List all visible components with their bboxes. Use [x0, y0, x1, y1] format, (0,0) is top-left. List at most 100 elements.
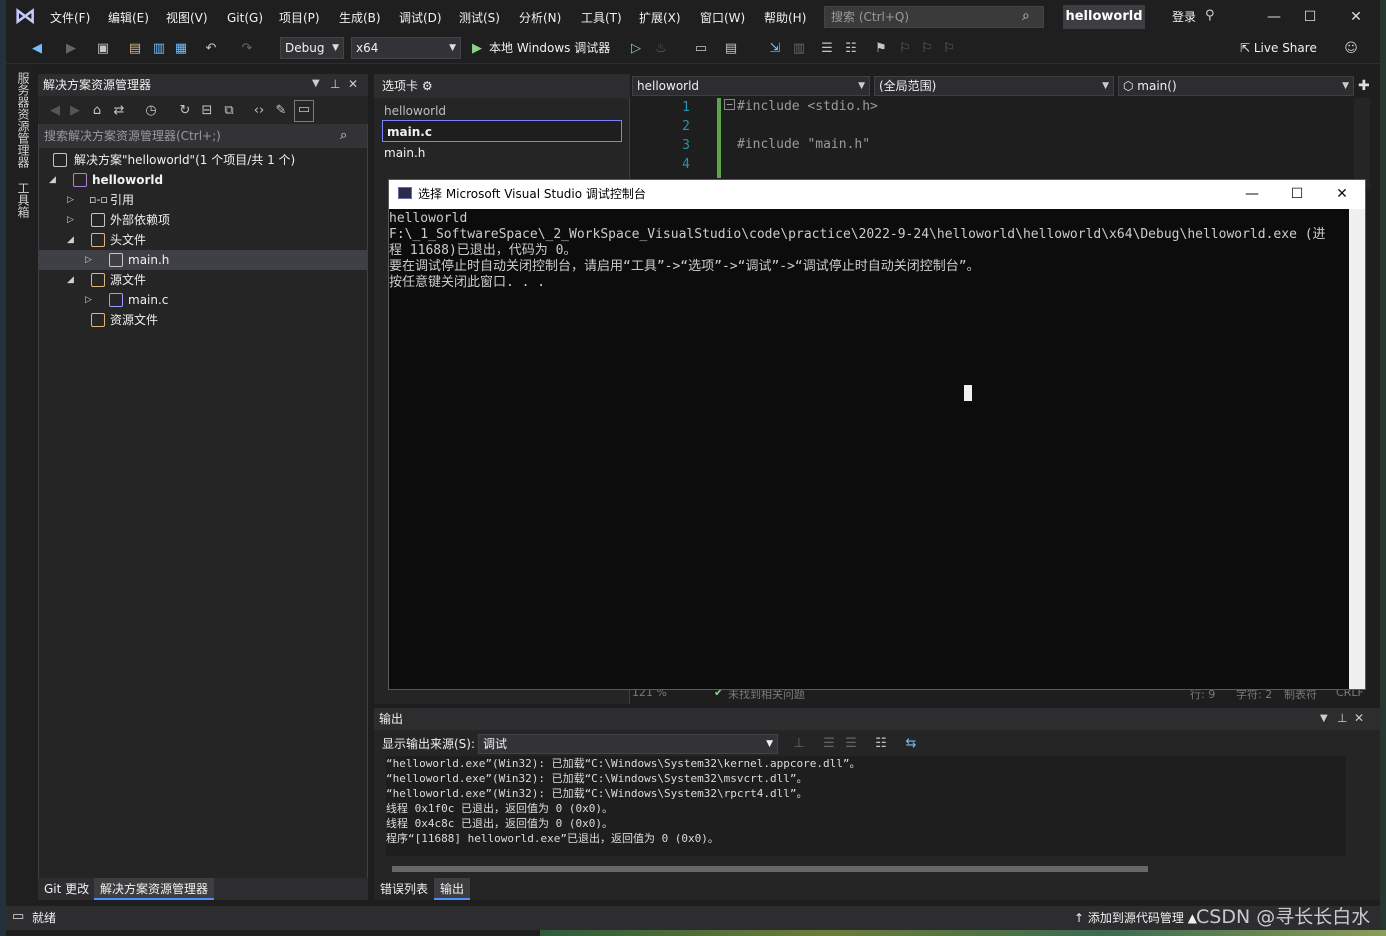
start-debugging-icon[interactable]: ▶	[468, 40, 486, 58]
tab-main-c[interactable]: main.c	[382, 120, 622, 142]
menu-help[interactable]: 帮助(H)	[762, 8, 808, 28]
menu-extensions[interactable]: 扩展(X)	[637, 8, 683, 28]
start-without-debugging-icon[interactable]: ▷	[627, 40, 645, 58]
tab-git-changes[interactable]: Git 更改	[38, 878, 95, 900]
home-icon[interactable]: ⌂	[88, 102, 106, 120]
sync-icon[interactable]: ↻	[176, 102, 194, 120]
search-input[interactable]: 搜索 (Ctrl+Q)	[824, 6, 1044, 28]
forward-icon[interactable]: ▶	[66, 102, 84, 120]
notification-icon[interactable]: ▭	[12, 909, 24, 924]
tree-external-deps[interactable]: ▷ 外部依赖项	[39, 210, 367, 230]
menu-git[interactable]: Git(G)	[225, 8, 265, 28]
code-line-include-stdio[interactable]: #include <stdio.h>	[737, 99, 878, 114]
word-wrap-icon[interactable]: ⇆	[902, 735, 920, 753]
output-text[interactable]: “helloworld.exe”(Win32): 已加载“C:\Windows\…	[386, 756, 1346, 856]
menu-view[interactable]: 视图(V)	[164, 8, 210, 28]
switch-views-icon[interactable]: ⇄	[110, 102, 128, 120]
clear-bookmarks-icon[interactable]: ⚐	[940, 40, 958, 58]
menu-edit[interactable]: 编辑(E)	[106, 8, 151, 28]
feedback-icon[interactable]: ☺	[1342, 40, 1360, 58]
clear-all-icon[interactable]: ☷	[872, 735, 890, 753]
pin-icon[interactable]: ⊥	[330, 77, 340, 91]
hot-reload-icon[interactable]: ♨	[652, 40, 670, 58]
panel-close-icon[interactable]: ✕	[348, 77, 358, 91]
save-icon[interactable]: ▥	[150, 40, 168, 58]
tab-output[interactable]: 输出	[434, 878, 471, 900]
console-output[interactable]: helloworld F:\_1_SoftwareSpace\_2_WorkSpa…	[389, 209, 1349, 689]
solution-search-input[interactable]: 搜索解决方案资源管理器(Ctrl+;)	[39, 124, 367, 148]
browse-folder-icon[interactable]: ▭	[692, 40, 710, 58]
code-icon[interactable]: ‹›	[250, 102, 268, 120]
close-button[interactable]: ✕	[1338, 4, 1374, 30]
live-share-button[interactable]: ⇱ Live Share	[1240, 39, 1317, 57]
open-file-icon[interactable]: ▤	[126, 40, 144, 58]
back-icon[interactable]: ◀	[46, 102, 64, 120]
pin-icon[interactable]: ⊥	[1337, 711, 1347, 725]
collapsed-icon[interactable]: ▷	[67, 190, 74, 210]
search-icon[interactable]: ⌕	[340, 128, 347, 143]
tree-main-c[interactable]: ▷ main.c	[39, 290, 367, 310]
pending-changes-filter-icon[interactable]: ◷	[142, 102, 160, 120]
toolbox-tab[interactable]: 工具箱	[14, 182, 30, 218]
tree-header-files[interactable]: ◢ 头文件	[39, 230, 367, 250]
configuration-select[interactable]: Debug ▼	[280, 37, 344, 59]
collapsed-icon[interactable]: ▷	[85, 290, 92, 310]
menu-tools[interactable]: 工具(T)	[579, 8, 624, 28]
tree-references[interactable]: ▷ ▫-▫ 引用	[39, 190, 367, 210]
account-icon[interactable]: ⚲	[1205, 8, 1215, 23]
comment-icon[interactable]: ▥	[790, 40, 808, 58]
console-scrollbar[interactable]	[1349, 209, 1365, 689]
next-bookmark-icon[interactable]: ⚐	[918, 40, 936, 58]
add-to-source-control-button[interactable]: ↑ 添加到源代码管理 ▲	[1074, 911, 1197, 925]
project-nav-select[interactable]: helloworld ▼	[632, 76, 870, 96]
prev-bookmark-icon[interactable]: ⚐	[896, 40, 914, 58]
outdent-icon[interactable]: ☷	[842, 40, 860, 58]
output-vertical-scrollbar[interactable]	[1354, 756, 1370, 860]
next-message-icon[interactable]: ☰	[842, 735, 860, 753]
menu-project[interactable]: 项目(P)	[277, 8, 322, 28]
minimize-button[interactable]: —	[1256, 4, 1292, 30]
member-nav-select[interactable]: ⬡ main() ▼	[1118, 76, 1354, 96]
menu-test[interactable]: 测试(S)	[457, 8, 502, 28]
search-icon[interactable]: ⌕	[1022, 8, 1038, 24]
new-project-icon[interactable]: ▣	[94, 40, 112, 58]
indent-icon[interactable]: ☰	[818, 40, 836, 58]
platform-select[interactable]: x64 ▼	[351, 37, 461, 59]
navigate-back-icon[interactable]: ◀	[28, 40, 46, 58]
redo-icon[interactable]: ↷	[238, 40, 256, 58]
output-scroll-thumb[interactable]	[392, 866, 1148, 872]
start-debugging-button[interactable]: 本地 Windows 调试器	[489, 40, 610, 56]
tree-source-files[interactable]: ◢ 源文件	[39, 270, 367, 290]
collapsed-icon[interactable]: ▷	[67, 210, 74, 230]
menu-build[interactable]: 生成(B)	[337, 8, 383, 28]
find-message-icon[interactable]: ⊥	[790, 735, 808, 753]
collapsed-icon[interactable]: ▷	[85, 250, 92, 270]
menu-debug[interactable]: 调试(D)	[397, 8, 444, 28]
properties-wrench-icon[interactable]: ✎	[272, 102, 290, 120]
show-all-files-icon[interactable]: ⧉	[220, 102, 238, 120]
maximize-button[interactable]: ☐	[1292, 4, 1328, 30]
console-close-button[interactable]: ✕	[1322, 182, 1362, 206]
gear-icon[interactable]: ⚙	[422, 79, 433, 93]
code-line-include-main[interactable]: #include "main.h"	[737, 137, 870, 152]
collapse-all-icon[interactable]: ⊟	[198, 102, 216, 120]
login-link[interactable]: 登录	[1172, 8, 1196, 26]
tab-solution-explorer[interactable]: 解决方案资源管理器	[94, 878, 215, 900]
tree-main-h[interactable]: ▷ main.h	[39, 250, 367, 270]
navigate-forward-icon[interactable]: ▶	[62, 40, 80, 58]
preview-selected-icon[interactable]: ▭	[294, 100, 314, 122]
server-explorer-tab[interactable]: 服务器资源管理器	[14, 72, 30, 168]
prev-message-icon[interactable]: ☰	[820, 735, 838, 753]
bookmark-icon[interactable]: ⚑	[872, 40, 890, 58]
split-editor-icon[interactable]: ✚	[1358, 78, 1370, 94]
layout-icon[interactable]: ▤	[722, 40, 740, 58]
menu-window[interactable]: 窗口(W)	[698, 8, 747, 28]
output-source-select[interactable]: 调试 ▼	[478, 734, 778, 754]
panel-dropdown-icon[interactable]: ▼	[312, 78, 320, 89]
save-all-icon[interactable]: ▦	[172, 40, 190, 58]
console-maximize-button[interactable]: ☐	[1277, 182, 1317, 206]
menu-file[interactable]: 文件(F)	[48, 8, 92, 28]
expanded-icon[interactable]: ◢	[49, 170, 56, 190]
scope-nav-select[interactable]: (全局范围) ▼	[874, 76, 1114, 96]
undo-icon[interactable]: ↶	[202, 40, 220, 58]
